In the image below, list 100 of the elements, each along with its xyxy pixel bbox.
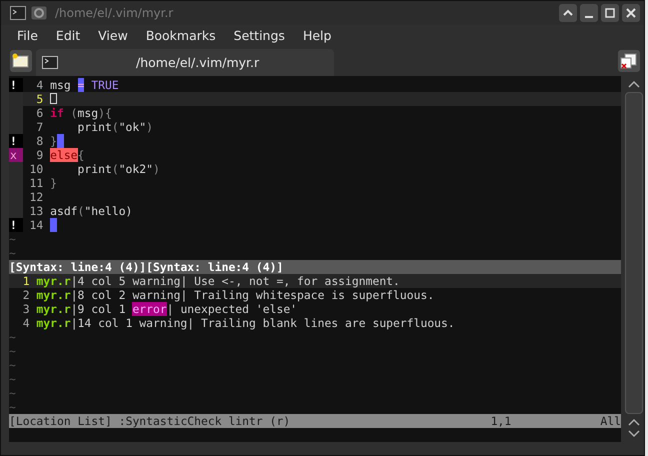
empty-line-marker: ~	[9, 330, 17, 344]
code-punctuation: (	[78, 204, 84, 218]
error-message: | Trailing whitespace is superfluous.	[180, 288, 434, 302]
minimize-button[interactable]	[580, 4, 598, 22]
line-number: 7	[35, 120, 44, 134]
menu-item[interactable]: Help	[294, 28, 340, 43]
menu-item[interactable]: File	[9, 28, 46, 43]
string-literal: "hello)	[84, 204, 132, 218]
menu-item[interactable]: View	[90, 28, 136, 43]
error-message: | unexpected 'else'	[166, 302, 298, 316]
empty-line-marker: ~	[9, 372, 17, 386]
row-number: 1	[22, 274, 31, 288]
line-number: 4	[35, 78, 44, 92]
string-literal: "ok2"	[118, 162, 153, 176]
tab[interactable]: /home/el/.vim/myr.r	[36, 49, 334, 76]
code-punctuation: ){	[98, 106, 112, 120]
empty-line-marker: ~	[9, 232, 17, 246]
sign-column	[9, 120, 23, 134]
selected-row[interactable]: 1 myr.r|4 col 5 warning| Use <-, not =, for assignment.	[9, 274, 621, 288]
error-location: |14 col 1	[70, 316, 134, 330]
file-name[interactable]: myr.r	[36, 302, 71, 316]
error-message: | Trailing blank lines are superfluous.	[187, 316, 455, 330]
error-type: error	[132, 302, 167, 316]
empty-line-marker: ~	[9, 358, 17, 372]
close-icon	[624, 6, 638, 20]
constant: TRUE	[90, 78, 119, 92]
code-punctuation: (	[112, 162, 119, 176]
pin-icon[interactable]	[30, 5, 48, 21]
empty-line-marker: ~	[9, 400, 17, 414]
line-number: 12	[28, 190, 44, 204]
code-punctuation: )	[146, 120, 153, 134]
code-punctuation: (	[112, 120, 119, 134]
sign-column	[9, 162, 23, 176]
new-tab-button[interactable]	[10, 50, 32, 72]
code-punctuation: )	[153, 162, 160, 176]
line-number: 9	[35, 148, 44, 162]
line-number: 6	[35, 106, 44, 120]
keep-above-button[interactable]	[559, 4, 577, 22]
close-button[interactable]	[622, 4, 640, 22]
line-number: 13	[28, 204, 44, 218]
code-text: print	[76, 162, 112, 176]
file-name[interactable]: myr.r	[36, 316, 71, 330]
error-message: | Use <-, not =, for assignment.	[180, 274, 400, 288]
location-row[interactable]: 2 myr.r|8 col 2 warning| Trailing whitespace is superfluous.	[9, 288, 621, 302]
line-number: 5	[35, 92, 44, 106]
scroll-position: All	[600, 414, 621, 428]
warning-sign: !	[9, 218, 23, 232]
warning-sign: !	[9, 78, 23, 92]
error-location: |9 col 1	[70, 302, 127, 316]
terminal-icon[interactable]	[9, 5, 27, 21]
menu-item[interactable]: Edit	[48, 28, 88, 43]
code-text: msg	[78, 106, 98, 120]
trailing-whitespace-highlight	[50, 218, 58, 232]
scroll-down-icon[interactable]	[628, 430, 640, 438]
window-title: /home/el/.vim/myr.r	[55, 6, 174, 20]
location-row[interactable]: 3 myr.r|9 col 1 error| unexpected 'else'	[9, 302, 621, 316]
cursor	[50, 93, 58, 104]
trailing-whitespace-highlight	[56, 134, 64, 148]
menu-item[interactable]: Bookmarks	[138, 28, 224, 43]
location-row[interactable]: 4 myr.r|14 col 1 warning| Trailing blank lines are superfluous.	[9, 316, 621, 330]
warning-highlight: =	[78, 78, 84, 92]
maximize-button[interactable]	[601, 4, 619, 22]
menu-item[interactable]: Settings	[226, 28, 293, 43]
row-number: 4	[22, 316, 31, 330]
error-location: |4 col 5	[70, 274, 127, 288]
code-punctuation: (	[70, 106, 78, 120]
minimize-icon	[585, 16, 593, 18]
maximize-icon	[603, 6, 617, 20]
string-literal: "ok"	[118, 120, 146, 134]
warning-type: warning	[132, 288, 180, 302]
scrollbar-thumb[interactable]	[625, 92, 643, 414]
code-text: print	[76, 120, 112, 134]
line-number: 11	[28, 176, 44, 190]
scroll-up-icon[interactable]	[628, 418, 640, 426]
empty-line-marker: ~	[9, 386, 17, 400]
row-number: 3	[22, 302, 31, 316]
code-text: msg	[50, 78, 72, 92]
file-name[interactable]: myr.r	[36, 274, 71, 288]
warning-type: warning	[132, 274, 180, 288]
terminal-icon	[42, 56, 58, 69]
empty-line-marker: ~	[9, 344, 17, 358]
error-highlight: else	[50, 148, 78, 162]
error-sign: x	[9, 148, 23, 162]
code-punctuation: {	[78, 148, 84, 162]
code-punctuation: }	[50, 134, 57, 148]
close-tab-button[interactable]	[618, 50, 640, 72]
warning-type: warning	[139, 316, 188, 330]
tab-label: /home/el/.vim/myr.r	[136, 55, 260, 70]
line-number: 10	[28, 162, 44, 176]
code-punctuation: }	[50, 176, 57, 190]
warning-sign: !	[9, 134, 23, 148]
cursor-position: 1,1	[490, 414, 512, 428]
file-name[interactable]: myr.r	[36, 288, 71, 302]
code-text: asdf	[50, 204, 78, 218]
sign-column	[9, 204, 23, 218]
line-number: 8	[35, 134, 44, 148]
error-location: |8 col 2	[70, 288, 127, 302]
empty-line-marker: ~	[9, 246, 17, 260]
scroll-up-icon[interactable]	[628, 80, 640, 88]
buffer-name: [Location List] :SyntasticCheck lintr (r)	[9, 414, 292, 428]
